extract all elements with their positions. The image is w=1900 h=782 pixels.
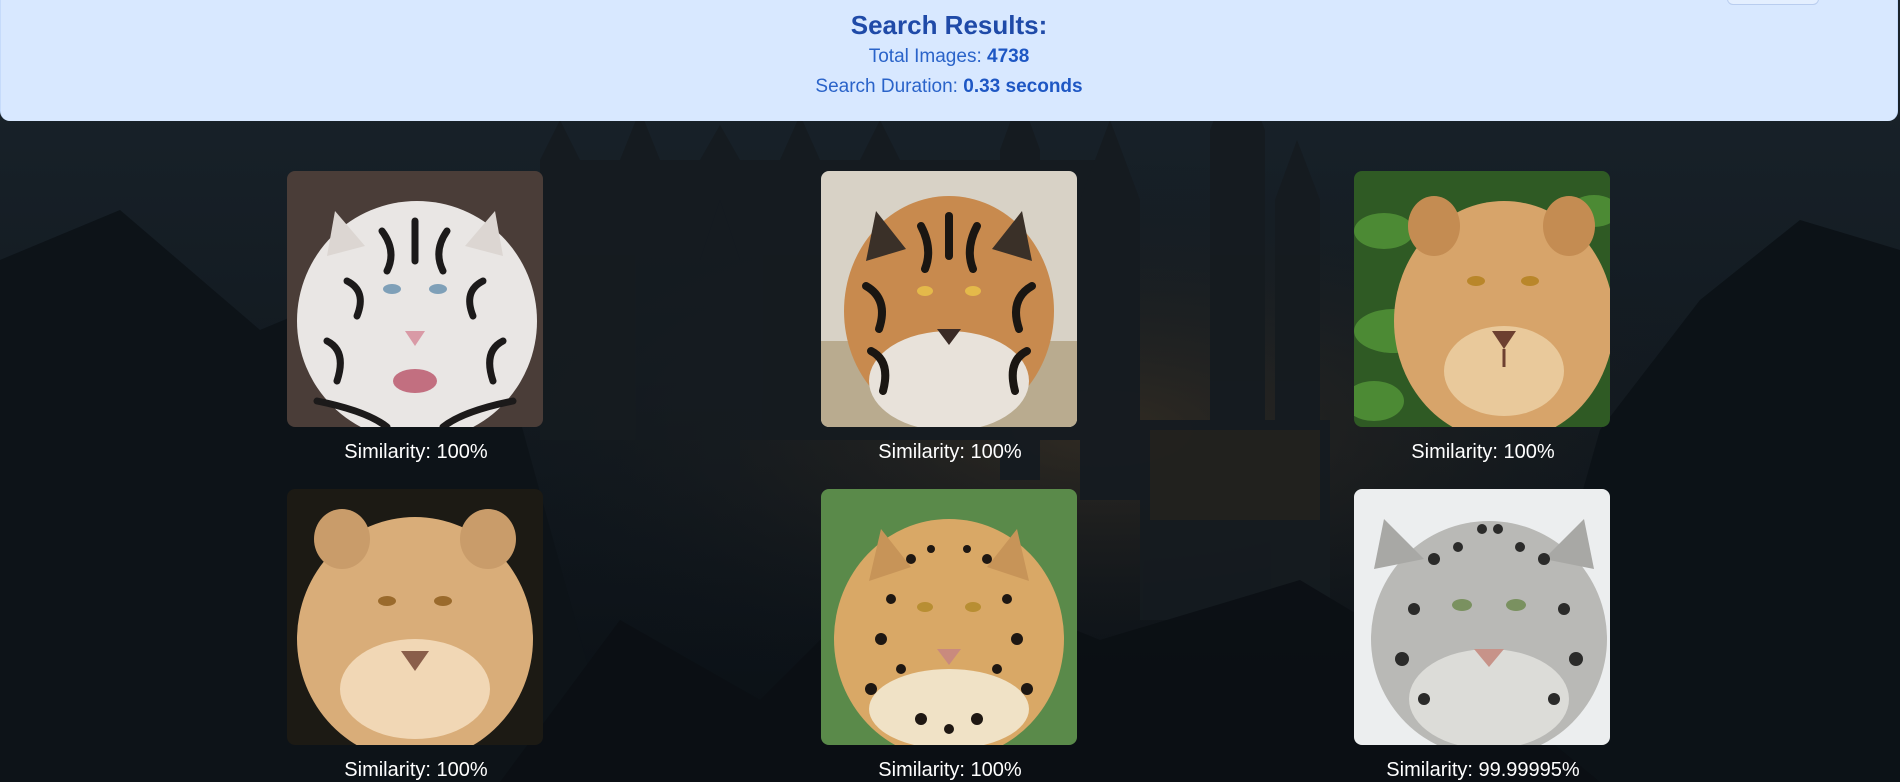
search-results-page: Search Results: Total Images: 4738 Searc… bbox=[0, 0, 1900, 782]
header-corner-button[interactable] bbox=[1727, 0, 1819, 5]
search-duration-label: Search Duration: bbox=[815, 76, 964, 97]
result-card[interactable]: Similarity: 100% bbox=[821, 171, 1079, 464]
white-tiger-icon bbox=[287, 171, 543, 427]
result-image[interactable] bbox=[287, 489, 543, 745]
similarity-label: Similarity: 100% bbox=[344, 759, 488, 781]
result-image[interactable] bbox=[1354, 489, 1610, 745]
result-image[interactable] bbox=[821, 489, 1077, 745]
result-card[interactable]: Similarity: 100% bbox=[821, 489, 1079, 782]
search-duration-value: 0.33 seconds bbox=[963, 76, 1083, 97]
page-title: Search Results: bbox=[850, 10, 1048, 40]
leopard-icon bbox=[821, 489, 1077, 745]
total-images-label: Total Images: bbox=[868, 46, 987, 67]
search-duration-line: Search Duration: 0.33 seconds bbox=[1, 76, 1897, 98]
search-results-header: Search Results: Total Images: 4738 Searc… bbox=[0, 0, 1898, 121]
lioness-dark-icon bbox=[287, 489, 543, 745]
result-image[interactable] bbox=[287, 171, 543, 427]
bengal-tiger-icon bbox=[821, 171, 1077, 427]
similarity-label: Similarity: 100% bbox=[344, 441, 488, 463]
total-images-value: 4738 bbox=[987, 46, 1030, 67]
lioness-grass-icon bbox=[1354, 171, 1610, 427]
result-image[interactable] bbox=[821, 171, 1077, 427]
similarity-label: Similarity: 100% bbox=[1411, 441, 1555, 463]
result-card[interactable]: Similarity: 99.99995% bbox=[1354, 489, 1612, 782]
similarity-label: Similarity: 100% bbox=[878, 759, 1022, 781]
similarity-label: Similarity: 100% bbox=[878, 441, 1022, 463]
result-card[interactable]: Similarity: 100% bbox=[1354, 171, 1612, 464]
result-card[interactable]: Similarity: 100% bbox=[287, 489, 545, 782]
result-image[interactable] bbox=[1354, 171, 1610, 427]
snow-leopard-icon bbox=[1354, 489, 1610, 745]
result-card[interactable]: Similarity: 100% bbox=[287, 171, 545, 464]
total-images-line: Total Images: 4738 bbox=[1, 46, 1897, 68]
similarity-label: Similarity: 99.99995% bbox=[1386, 759, 1580, 781]
